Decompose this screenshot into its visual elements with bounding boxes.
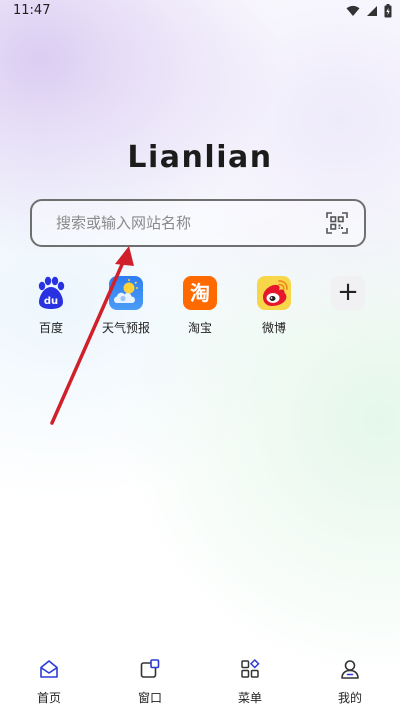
nav-label: 我的 (337, 691, 362, 705)
svg-text:du: du (44, 296, 58, 307)
nav-label: 菜单 (237, 691, 262, 705)
nav-label: 窗口 (137, 691, 162, 705)
shortcut-weather[interactable]: 天气预报 (90, 276, 162, 336)
nav-item-profile[interactable]: 我的 (310, 650, 390, 706)
shortcut-label: 微博 (261, 321, 286, 335)
shortcut-baidu[interactable]: du 百度 (15, 276, 87, 336)
shortcut-taobao[interactable]: 淘 淘宝 (164, 276, 236, 336)
taobao-glyph: 淘 (190, 281, 210, 305)
status-time: 11:47 (13, 3, 51, 18)
annotation-arrow (50, 246, 134, 425)
shortcut-label: 淘宝 (187, 321, 212, 335)
profile-icon (341, 660, 359, 679)
menu-icon (241, 658, 260, 678)
add-icon: + (331, 276, 365, 310)
baidu-icon: du (34, 276, 68, 310)
wifi-icon (346, 5, 360, 16)
nav-item-home[interactable]: 首页 (9, 650, 89, 706)
weibo-icon (257, 276, 291, 310)
shortcut-label: 百度 (38, 321, 63, 335)
weather-icon (109, 276, 143, 310)
app-logo: Lianlian (127, 140, 273, 175)
home-icon (40, 660, 58, 678)
battery-icon (384, 4, 392, 18)
nav-item-window[interactable]: 窗口 (110, 650, 190, 706)
add-glyph: + (337, 277, 359, 307)
status-bar: 11:47 (0, 0, 400, 24)
bottom-nav: 首页 窗口 菜单 我的 (0, 650, 400, 712)
qr-scan-icon[interactable] (326, 212, 348, 234)
shortcut-weibo[interactable]: 微博 (238, 276, 310, 336)
status-icons (346, 4, 392, 18)
search-input[interactable] (56, 201, 316, 245)
signal-icon (367, 6, 377, 16)
nav-item-menu[interactable]: 菜单 (210, 650, 290, 706)
search-box[interactable] (30, 199, 366, 247)
shortcut-label: 天气预报 (101, 321, 150, 335)
shortcut-add[interactable]: + (312, 276, 384, 310)
taobao-icon: 淘 (183, 276, 217, 310)
window-icon (140, 659, 160, 678)
nav-label: 首页 (36, 691, 61, 705)
